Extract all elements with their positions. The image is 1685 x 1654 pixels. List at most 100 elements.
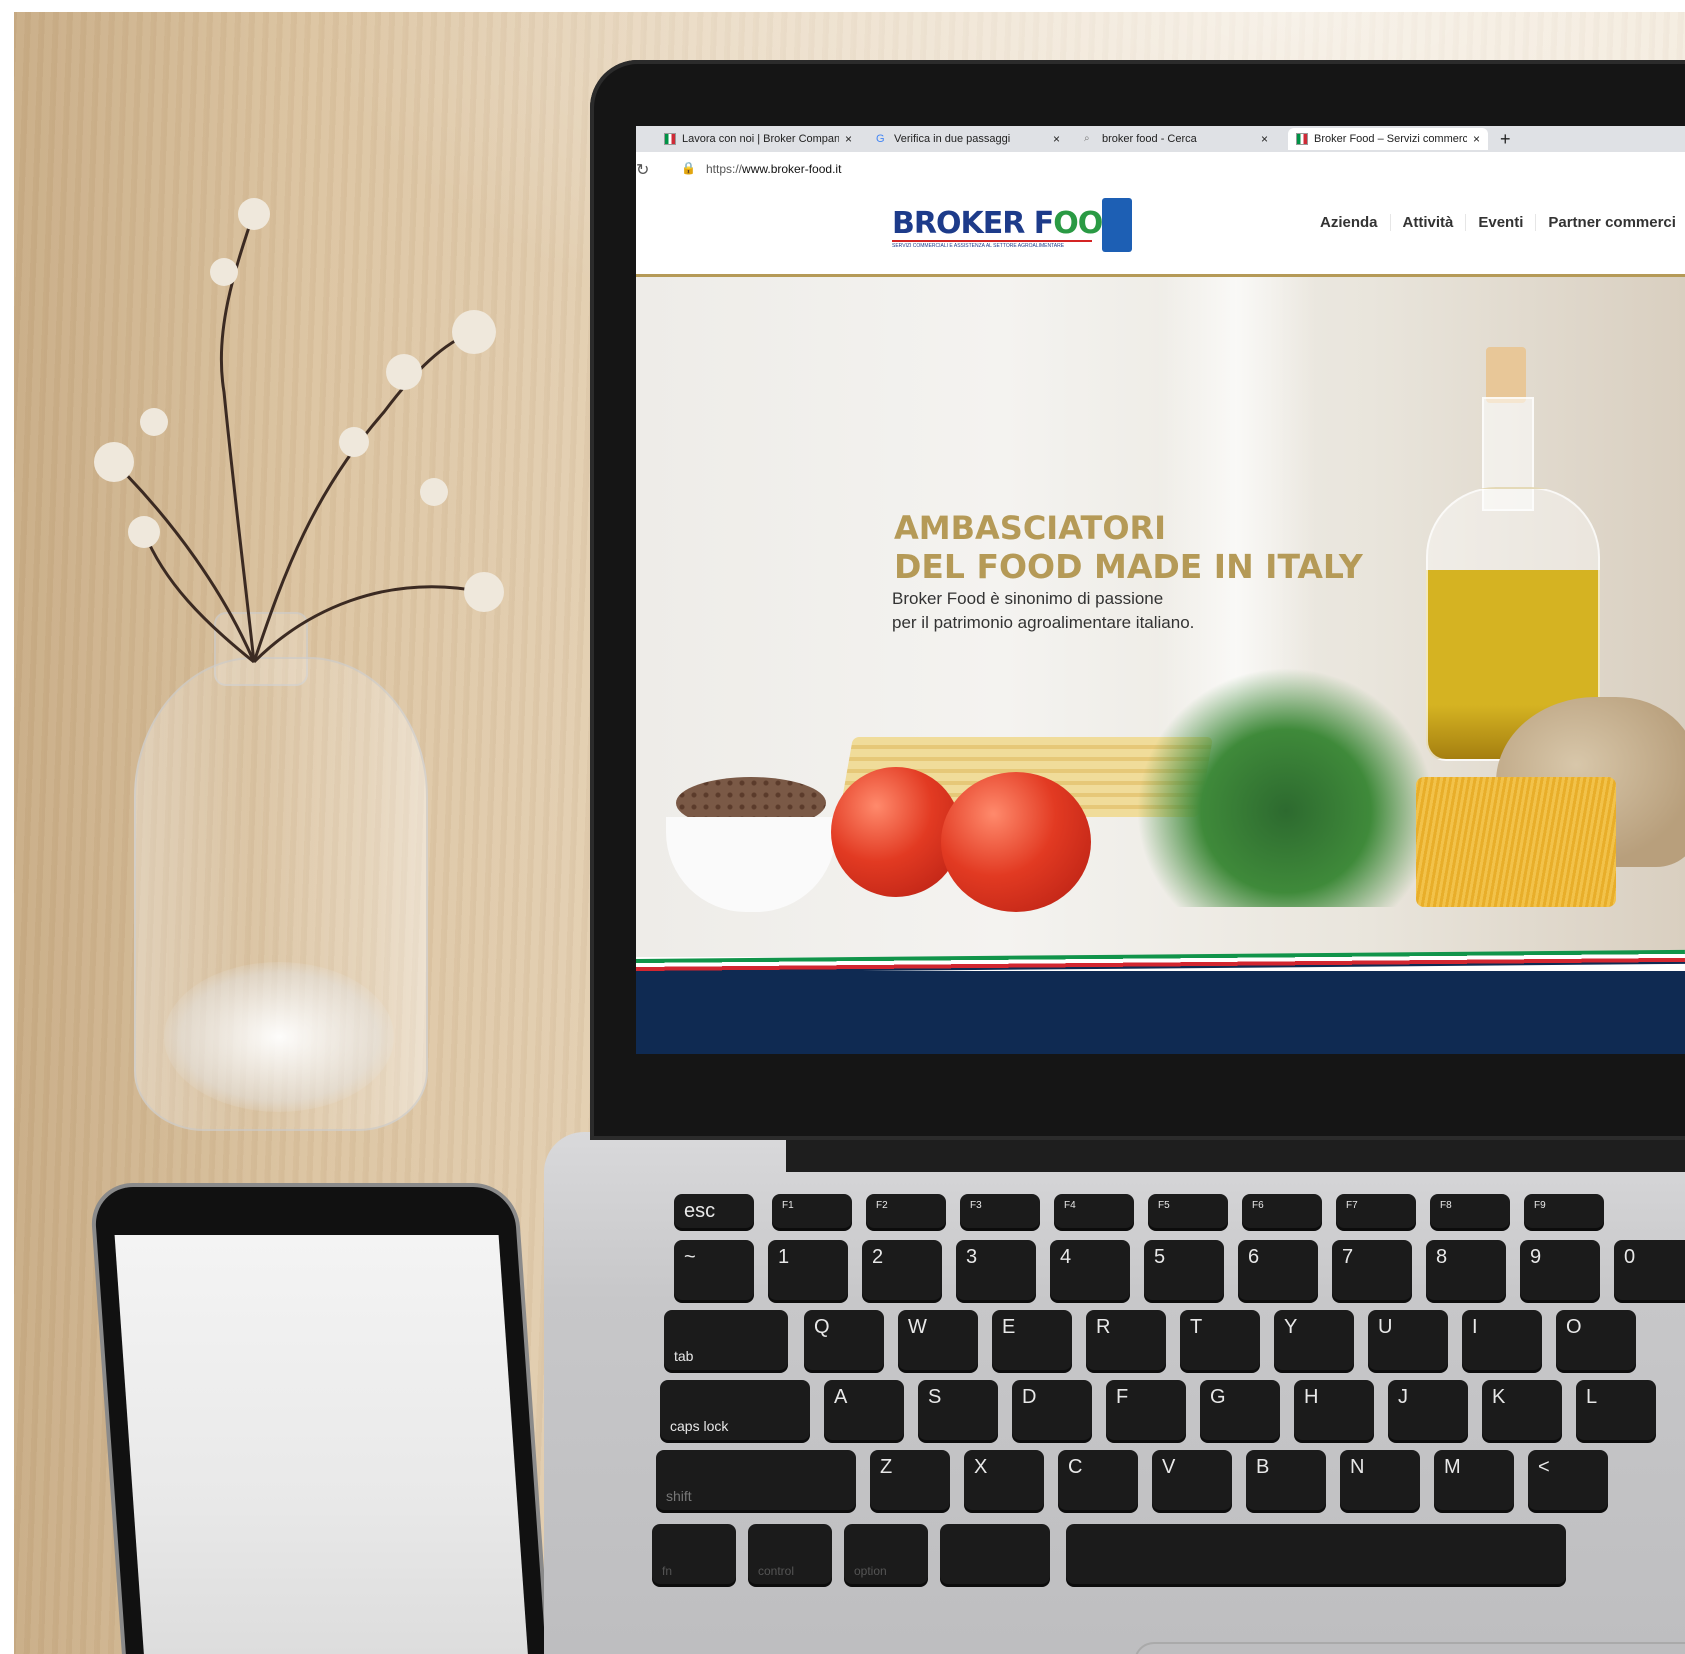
reload-icon[interactable]: ↻ xyxy=(636,160,649,180)
key-d: D xyxy=(1012,1380,1092,1440)
white-bowl xyxy=(666,817,836,912)
key-esc: esc xyxy=(674,1194,754,1228)
key-l: L xyxy=(1576,1380,1656,1440)
key-f8: F8 xyxy=(1430,1194,1510,1228)
browser-tab-strip: Lavora con noi | Broker Company × G Veri… xyxy=(636,126,1685,152)
broker-food-logo[interactable]: BROKER FOOD xyxy=(892,206,1127,241)
key-tab: tab xyxy=(664,1310,788,1370)
key-m: M xyxy=(1434,1450,1514,1510)
key-5: 5 xyxy=(1144,1240,1224,1300)
url-host: www.broker-food.it xyxy=(742,162,842,176)
laptop-screen: Lavora con noi | Broker Company × G Veri… xyxy=(636,126,1685,1054)
key-9: 9 xyxy=(1520,1240,1600,1300)
bottle-cork xyxy=(1486,347,1526,403)
key-h: H xyxy=(1294,1380,1374,1440)
tab-broker-food[interactable]: Broker Food – Servizi commerciali × xyxy=(1288,128,1488,150)
new-tab-button[interactable]: + xyxy=(1492,128,1522,150)
key-0: 0 xyxy=(1614,1240,1685,1300)
key-8: 8 xyxy=(1426,1240,1506,1300)
key-f6: F6 xyxy=(1242,1194,1322,1228)
key-t: T xyxy=(1180,1310,1260,1370)
url-protocol: https:// xyxy=(706,162,743,176)
olive-oil-bottle xyxy=(1426,337,1606,761)
partner-badge xyxy=(1102,198,1132,252)
key-f7: F7 xyxy=(1336,1194,1416,1228)
hero-subtitle-line1: Broker Food è sinonimo di passione xyxy=(892,589,1164,608)
hero-title-line2: DEL FOOD MADE IN ITALY xyxy=(894,547,1363,586)
hero-title-line1: AMBASCIATORI xyxy=(894,509,1167,547)
key-less-than: < xyxy=(1528,1450,1608,1510)
italy-flag-icon xyxy=(1296,133,1308,145)
hero-subtitle: Broker Food è sinonimo di passione per i… xyxy=(892,587,1312,635)
key-i: I xyxy=(1462,1310,1542,1370)
key-space xyxy=(1066,1524,1566,1584)
key-c: C xyxy=(1058,1450,1138,1510)
hero-subtitle-line2: per il patrimonio agroalimentare italian… xyxy=(892,613,1195,632)
key-2: 2 xyxy=(862,1240,942,1300)
italy-flag-icon xyxy=(664,133,676,145)
url-text[interactable]: https://www.broker-food.it xyxy=(706,162,841,176)
key-4: 4 xyxy=(1050,1240,1130,1300)
key-a: A xyxy=(824,1380,904,1440)
key-r: R xyxy=(1086,1310,1166,1370)
dried-flowers xyxy=(94,198,504,664)
key-q: Q xyxy=(804,1310,884,1370)
nav-partner-commerciali[interactable]: Partner commerci xyxy=(1536,214,1685,231)
key-v: V xyxy=(1152,1450,1232,1510)
rosemary-herbs xyxy=(1136,667,1436,907)
nav-azienda[interactable]: Azienda xyxy=(1308,214,1391,231)
key-n: N xyxy=(1340,1450,1420,1510)
close-icon[interactable]: × xyxy=(1473,132,1480,146)
tab-verifica[interactable]: G Verifica in due passaggi × xyxy=(868,128,1068,150)
tab-title: Broker Food – Servizi commerciali xyxy=(1314,133,1467,145)
site-header: BROKER FOOD SERVIZI COMMERCIALI E ASSIST… xyxy=(636,186,1685,277)
navy-band xyxy=(636,971,1685,1054)
key-z: Z xyxy=(870,1450,950,1510)
key-f4: F4 xyxy=(1054,1194,1134,1228)
keyboard: esc F1 F2 F3 F4 F5 F6 F7 F8 F9 ~ 1 2 3 4… xyxy=(652,1194,1685,1614)
key-j: J xyxy=(1388,1380,1468,1440)
key-option: option xyxy=(844,1524,928,1584)
search-icon: ⌕ xyxy=(1084,133,1090,144)
key-shift: shift xyxy=(656,1450,856,1510)
tab-title: Lavora con noi | Broker Company xyxy=(682,133,839,145)
lock-icon[interactable]: 🔒 xyxy=(681,161,696,175)
address-bar[interactable]: ↻ 🔒 https://www.broker-food.it xyxy=(636,152,1685,187)
key-f5: F5 xyxy=(1148,1194,1228,1228)
key-f3: F3 xyxy=(960,1194,1040,1228)
key-f: F xyxy=(1106,1380,1186,1440)
key-7: 7 xyxy=(1332,1240,1412,1300)
key-g: G xyxy=(1200,1380,1280,1440)
key-command xyxy=(940,1524,1050,1584)
tab-title: broker food - Cerca xyxy=(1102,133,1197,145)
key-f9: F9 xyxy=(1524,1194,1604,1228)
tab-title: Verifica in due passaggi xyxy=(894,133,1011,145)
key-tilde: ~ xyxy=(674,1240,754,1300)
hero-banner: AMBASCIATORI DEL FOOD MADE IN ITALY Brok… xyxy=(636,277,1685,957)
key-fn: fn xyxy=(652,1524,736,1584)
key-control: control xyxy=(748,1524,832,1584)
main-nav: Azienda Attività Eventi Partner commerci xyxy=(1308,214,1685,231)
key-3: 3 xyxy=(956,1240,1036,1300)
key-w: W xyxy=(898,1310,978,1370)
tab-search[interactable]: ⌕ broker food - Cerca × xyxy=(1076,128,1276,150)
tab-lavora[interactable]: Lavora con noi | Broker Company × xyxy=(656,128,860,150)
key-s: S xyxy=(918,1380,998,1440)
close-icon[interactable]: × xyxy=(1053,132,1060,146)
logo-tagline: SERVIZI COMMERCIALI E ASSISTENZA AL SETT… xyxy=(892,240,1092,249)
spaghetti xyxy=(1416,777,1616,907)
key-6: 6 xyxy=(1238,1240,1318,1300)
key-b: B xyxy=(1246,1450,1326,1510)
nav-eventi[interactable]: Eventi xyxy=(1466,214,1537,231)
smartphone xyxy=(93,1187,547,1654)
vase-base xyxy=(164,962,394,1112)
key-x: X xyxy=(964,1450,1044,1510)
close-icon[interactable]: × xyxy=(845,132,852,146)
plus-icon: + xyxy=(1500,128,1511,149)
key-1: 1 xyxy=(768,1240,848,1300)
close-icon[interactable]: × xyxy=(1261,132,1268,146)
key-k: K xyxy=(1482,1380,1562,1440)
google-icon: G xyxy=(876,133,885,145)
logo-oo: OO xyxy=(1053,206,1103,241)
nav-attivita[interactable]: Attività xyxy=(1391,214,1467,231)
